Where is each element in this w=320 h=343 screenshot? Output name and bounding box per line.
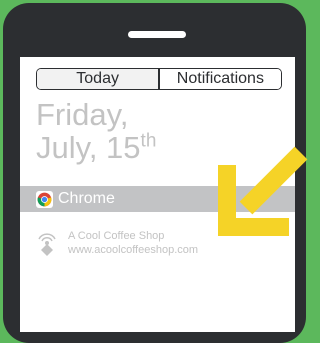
chrome-logo-icon bbox=[36, 190, 53, 208]
date-day: July, 15th bbox=[36, 131, 156, 164]
date-weekday: Friday, bbox=[36, 97, 129, 132]
phone-frame: Today Notifications Friday, July, 15th C… bbox=[3, 3, 308, 343]
phone-speaker bbox=[128, 31, 186, 38]
notification-title: A Cool Coffee Shop bbox=[68, 230, 165, 242]
date-month-day: July, 15 bbox=[36, 130, 141, 165]
date-heading: Friday, July, 15th bbox=[36, 98, 156, 164]
pointer-arrow-icon bbox=[218, 146, 308, 236]
date-ordinal-suffix: th bbox=[140, 130, 157, 152]
location-beacon-icon bbox=[38, 233, 56, 256]
chrome-app-label: Chrome bbox=[58, 190, 115, 207]
segmented-tab-control: Today Notifications bbox=[36, 68, 282, 90]
notification-text: A Cool Coffee Shop www.acoolcoffeeshop.c… bbox=[68, 229, 198, 257]
notification-url: www.acoolcoffeeshop.com bbox=[68, 244, 199, 256]
coffee-shop-notification[interactable]: A Cool Coffee Shop www.acoolcoffeeshop.c… bbox=[36, 229, 198, 259]
tab-today[interactable]: Today bbox=[37, 69, 159, 89]
tab-notifications[interactable]: Notifications bbox=[159, 69, 281, 89]
